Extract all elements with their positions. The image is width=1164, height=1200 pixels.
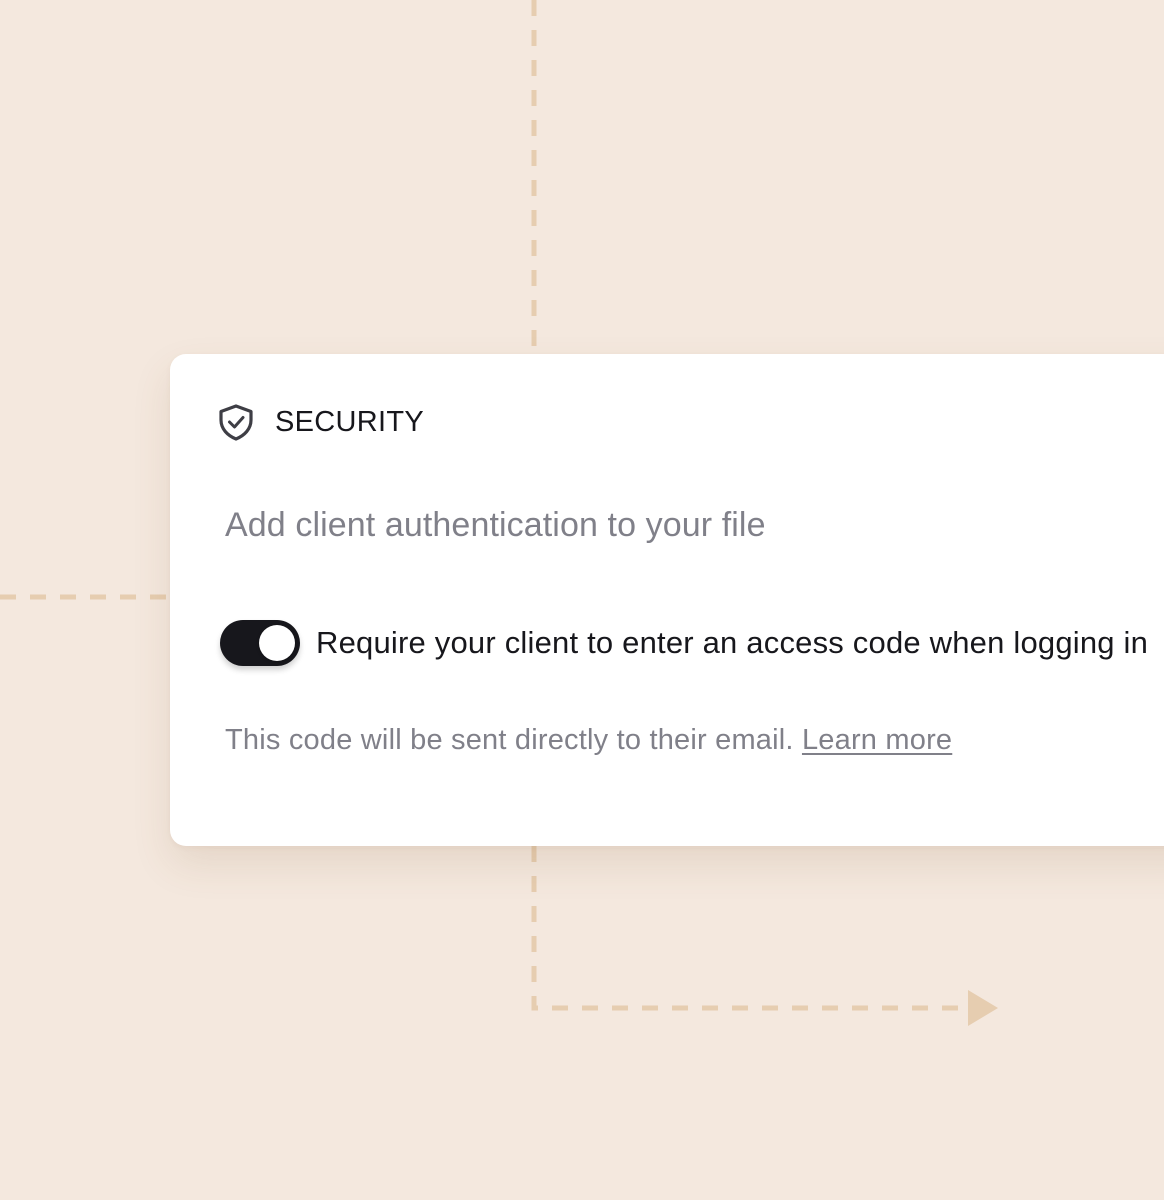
learn-more-link[interactable]: Learn more	[802, 724, 952, 756]
section-title: SECURITY	[275, 405, 425, 438]
shield-check-icon	[219, 404, 253, 441]
security-card: SECURITY Add client authentication to yo…	[170, 354, 1164, 846]
toggle-knob	[259, 625, 295, 661]
helper-text-row: This code will be sent directly to their…	[225, 724, 952, 757]
section-subtitle: Add client authentication to your file	[225, 506, 766, 544]
connector-arrowhead-icon	[968, 990, 998, 1026]
access-code-toggle-label: Require your client to enter an access c…	[316, 625, 1149, 660]
security-header: SECURITY	[216, 400, 424, 444]
helper-text: This code will be sent directly to their…	[225, 724, 794, 756]
access-code-setting: Require your client to enter an access c…	[220, 620, 1148, 666]
access-code-toggle[interactable]	[220, 620, 300, 666]
connector-line-bottom-elbow	[531, 846, 968, 1011]
